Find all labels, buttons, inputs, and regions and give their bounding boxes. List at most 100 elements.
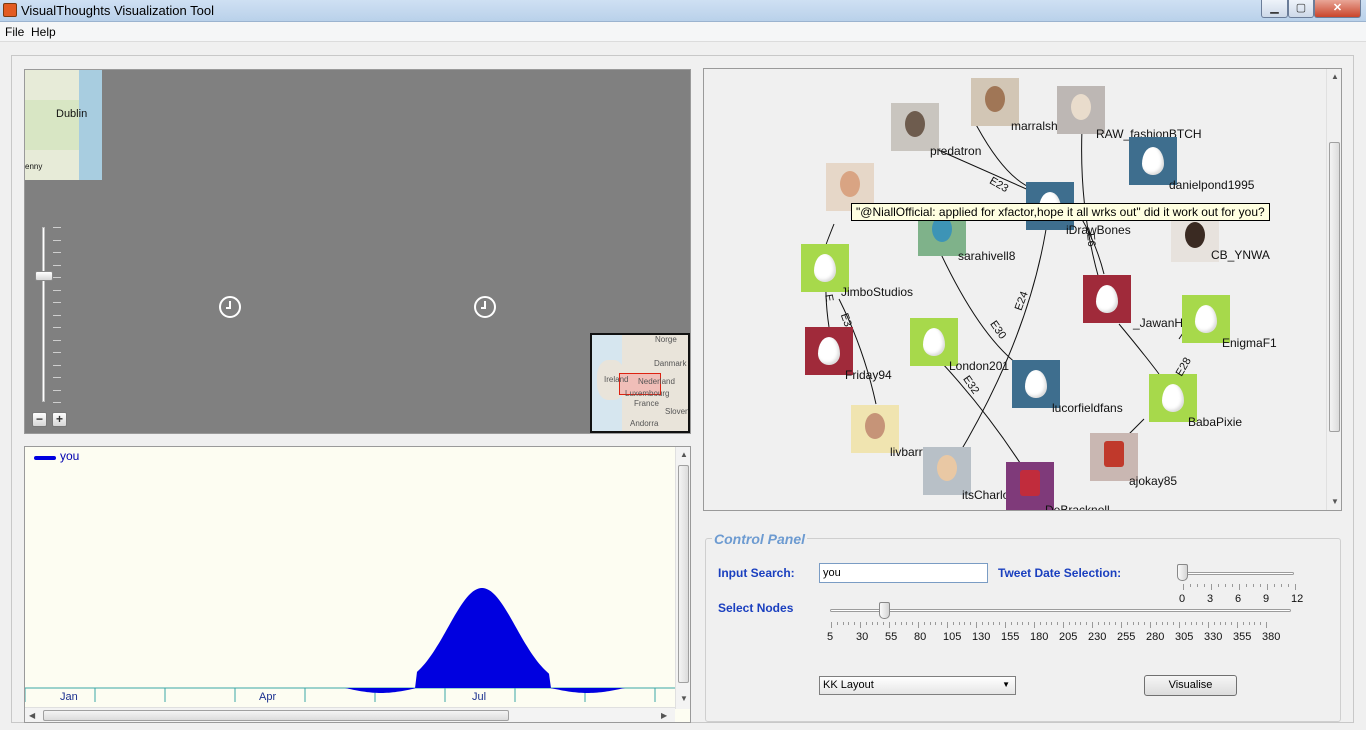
scroll-up-arrow[interactable]: ▲ [1331,72,1339,82]
minimap-label: Ireland [604,375,629,384]
zoom-tick [53,227,61,228]
date-slider-thumb[interactable] [1177,564,1188,581]
zoom-tick [53,239,61,241]
slider-tick-label: 330 [1204,631,1223,643]
slider-tick [1150,622,1151,628]
slider-tick [1211,584,1212,590]
month-label-jul: Jul [472,691,487,703]
slider-tick [1295,584,1296,590]
slider-tick [947,622,948,628]
graph-vscroll-thumb[interactable] [1329,142,1340,432]
scroll-left-arrow[interactable]: ◀ [29,711,35,721]
slider-tick [1219,622,1221,625]
edge-label: E6 [1084,232,1098,248]
chart-vscroll-thumb[interactable] [678,465,689,683]
slider-tick [929,622,931,625]
tweet-tooltip: "@NiallOfficial: applied for xfactor,hop… [851,203,1270,221]
scroll-down-arrow[interactable]: ▼ [1331,497,1339,507]
zoom-out-button[interactable]: − [32,412,47,427]
slider-tick [1242,622,1244,625]
chart-hscroll-thumb[interactable] [43,710,509,721]
slider-tick [1144,622,1146,625]
slider-tick-label: 9 [1263,593,1270,605]
slider-tick [1254,622,1256,625]
slider-tick [1183,584,1184,590]
slider-tick [981,622,983,625]
zoom-tick [53,352,61,353]
slider-tick [894,622,896,625]
visualise-button[interactable]: Visualise [1144,675,1237,696]
clock-icon [219,296,241,318]
close-button[interactable]: ✕ [1314,0,1361,18]
zoom-tick [53,339,61,341]
zoom-tick [53,302,61,303]
minimize-button[interactable]: ▁ [1261,0,1288,18]
nodes-slider-thumb[interactable] [879,602,890,619]
clock-icon [474,296,496,318]
slider-tick [1266,622,1267,628]
slider-tick [976,622,977,628]
slider-tick [987,622,989,625]
slider-tick [958,622,960,625]
zoom-tick [53,364,61,366]
slider-tick [860,622,861,628]
control-panel-title: Control Panel [712,531,808,547]
month-label-jan: Jan [60,691,78,703]
map-panel[interactable]: Dublin enny − + Norge Danmark Ireland Ne… [24,69,691,434]
slider-tick [1190,584,1191,587]
minimap-label: Andorra [630,419,659,428]
maximize-button[interactable]: ▢ [1288,0,1314,18]
slider-tick [842,622,844,625]
slider-tick [1010,622,1012,625]
menu-file[interactable]: File [5,25,24,39]
zoom-slider-track[interactable] [42,227,45,402]
slider-tick [1039,622,1041,625]
zoom-slider-thumb[interactable] [35,271,53,281]
scroll-up-arrow[interactable]: ▲ [680,450,688,460]
scroll-down-arrow[interactable]: ▼ [680,694,688,704]
minimap[interactable]: Norge Danmark Ireland Nederland Luxembou… [590,333,690,433]
chart-horizontal-scrollbar[interactable]: ◀ ▶ [25,707,675,722]
layout-select[interactable]: KK Layout ▼ [819,676,1016,695]
slider-tick-label: 155 [1001,631,1020,643]
slider-tick-label: 3 [1207,593,1214,605]
node-jawanhassan-egg[interactable] [1083,275,1131,323]
date-slider-track[interactable] [1180,572,1294,575]
node-label: predatron [930,144,982,158]
window-title: VisualThoughts Visualization Tool [21,3,214,18]
slider-tick [1237,622,1238,628]
slider-tick [865,622,867,625]
slider-tick-label: 130 [972,631,991,643]
slider-tick [1225,584,1226,587]
slider-tick [836,622,838,625]
chart-vertical-scrollbar[interactable]: ▲ ▼ [675,447,690,709]
scroll-right-arrow[interactable]: ▶ [661,711,667,721]
zoom-tick [53,252,61,253]
slider-tick-label: 0 [1179,593,1186,605]
menu-help[interactable]: Help [31,25,56,39]
slider-tick [1126,622,1128,625]
slider-tick [1057,622,1059,625]
node-label: DeBracknell [1045,503,1110,511]
slider-tick [1253,584,1254,587]
zoom-in-button[interactable]: + [52,412,67,427]
timeline-chart[interactable]: you Jan Apr Jul ▲ ▼ ◀ ▶ [24,446,691,723]
nodes-slider-track[interactable] [830,609,1291,612]
node-label: London201 [949,359,1010,373]
slider-tick [1204,584,1205,587]
network-graph-panel[interactable]: predatron marralshamshiri RAW_fashionBTC… [703,68,1342,511]
tweet-date-label: Tweet Date Selection: [998,566,1122,580]
slider-tick [1260,622,1262,625]
slider-tick [848,622,850,625]
slider-tick [906,622,908,625]
slider-tick [941,622,943,625]
slider-tick [1016,622,1018,625]
graph-vertical-scrollbar[interactable]: ▲ ▼ [1326,69,1341,510]
zoom-tick [53,377,61,378]
slider-tick [1092,622,1093,628]
slider-tick [1246,584,1247,587]
node-label: sarahivell8 [958,249,1016,263]
slider-tick [1288,584,1289,587]
search-input[interactable] [819,563,988,583]
month-label-apr: Apr [259,691,277,703]
